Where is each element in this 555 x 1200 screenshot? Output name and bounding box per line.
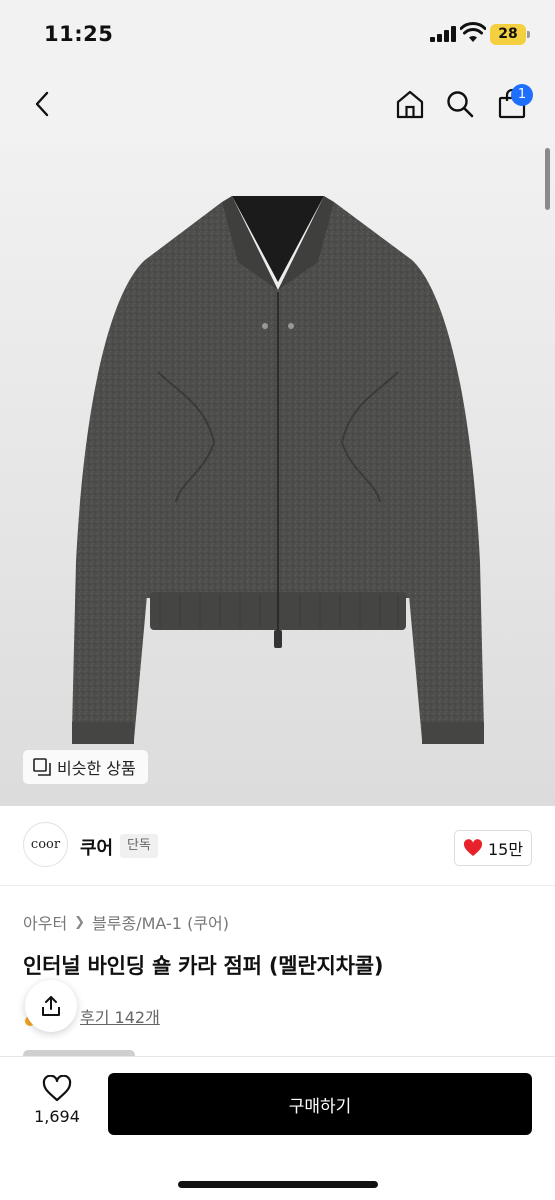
home-icon [396,90,424,119]
wifi-icon [460,22,486,42]
status-bar: 11:25 28 [0,0,555,70]
top-nav [0,70,555,142]
home-indicator [178,1181,378,1188]
review-link[interactable]: 후기 142개 [80,1004,160,1028]
back-button[interactable] [22,84,62,124]
search-button[interactable] [440,84,480,124]
brand-logo[interactable]: coor [23,822,68,867]
search-icon [447,91,474,118]
home-button[interactable] [390,84,430,124]
brand-like-button[interactable]: 15만 [454,830,532,866]
bottom-action-bar: 1,694 구매하기 [0,1056,555,1200]
breadcrumb-item[interactable]: 아우터 [23,910,67,934]
brand-logo-text: coor [30,837,61,852]
similar-icon [33,758,51,776]
buy-button-label: 구매하기 [288,1096,352,1117]
similar-products-button[interactable]: 비슷한 상품 [23,750,148,784]
cart-count-badge: 1 [511,84,533,106]
product-image[interactable]: 비슷한 상품 [0,142,555,806]
brand-row: coor 쿠어 단독 15만 [0,806,555,886]
scroll-indicator [545,148,550,210]
breadcrumb-item[interactable]: 블루종/MA-1 (쿠어) [92,910,229,934]
wishlist-button[interactable]: 1,694 [24,1075,90,1135]
heart-icon [463,839,483,856]
status-time: 11:25 [44,22,114,46]
chevron-right-icon: ❯ [74,914,86,930]
similar-products-label: 비슷한 상품 [57,759,136,778]
heart-outline-icon [42,1075,72,1102]
wishlist-count: 1,694 [34,1107,80,1126]
product-title: 인터널 바인딩 숄 카라 점퍼 (멜란지차콜) [23,954,384,978]
signal-icon [430,26,456,42]
back-icon [35,91,49,117]
battery-tip [527,31,530,38]
share-icon [42,996,60,1016]
exclusive-badge: 단독 [120,834,158,858]
battery-indicator: 28 [490,24,526,45]
buy-button[interactable]: 구매하기 [108,1073,532,1135]
breadcrumb: 아우터 ❯ 블루종/MA-1 (쿠어) [23,910,229,934]
share-button[interactable] [25,980,77,1032]
brand-like-count: 15만 [487,840,524,859]
jacket-illustration [72,196,484,744]
brand-name[interactable]: 쿠어 [80,834,113,860]
